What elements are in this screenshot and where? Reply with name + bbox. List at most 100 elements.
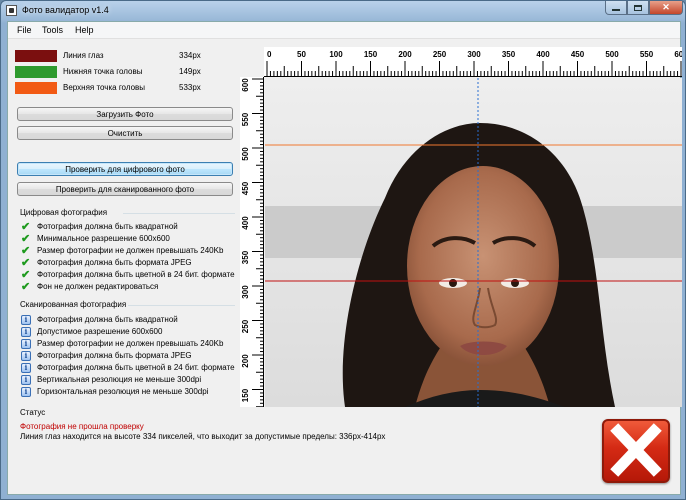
ruler-label: 300 bbox=[241, 285, 250, 299]
ruler-label: 150 bbox=[241, 388, 250, 402]
scanned-check-item: i Фотография должна быть квадратной bbox=[21, 314, 178, 325]
info-icon: i bbox=[21, 314, 31, 325]
digital-check-item-label: Фон не должен редактироваться bbox=[37, 282, 159, 291]
digital-check-item-label: Минимальное разрешение 600x600 bbox=[37, 234, 170, 243]
ruler-label: 200 bbox=[241, 354, 250, 368]
legend-swatch-eye bbox=[15, 50, 57, 62]
scanned-check-item-label: Фотография должна быть квадратной bbox=[37, 315, 178, 324]
ruler-horizontal-scale: 0 50 100 150 200 250 300 350 400 450 500 550 600 bbox=[266, 50, 686, 77]
load-photo-button[interactable]: Загрузить Фото bbox=[17, 107, 233, 121]
menu-help[interactable]: Help bbox=[75, 25, 94, 35]
check-digital-button[interactable]: Проверить для цифрового фото bbox=[17, 162, 233, 176]
scanned-check-item: i Вертикальная резолюция не меньше 300dpi bbox=[21, 374, 201, 385]
app-icon bbox=[6, 5, 17, 16]
digital-check-item-label: Фотография должна быть цветной в 24 бит.… bbox=[37, 270, 235, 279]
ruler-label: 250 bbox=[241, 319, 250, 333]
ruler-label: 200 bbox=[398, 50, 412, 59]
info-icon: i bbox=[21, 338, 31, 349]
ruler-label: 600 bbox=[241, 78, 250, 92]
minimize-icon[interactable] bbox=[605, 1, 627, 15]
digital-check-item: ✔ Фон не должен редактироваться bbox=[21, 281, 158, 292]
scanned-check-item-label: Допустимое разрешение 600x600 bbox=[37, 327, 163, 336]
scanned-check-item-label: Фотография должна быть цветной в 24 бит.… bbox=[37, 363, 235, 372]
scanned-group-divider bbox=[128, 305, 235, 306]
scanned-check-item: i Фотография должна быть формата JPEG bbox=[21, 350, 192, 361]
ruler-label: 400 bbox=[536, 50, 550, 59]
legend-swatch-top bbox=[15, 82, 57, 94]
maximize-icon[interactable] bbox=[627, 1, 649, 15]
face bbox=[407, 166, 559, 366]
client-area: File Tools Help Линия глаз 334px Нижняя … bbox=[7, 21, 686, 495]
ruler-label: 150 bbox=[364, 50, 378, 59]
legend-label-eye: Линия глаз bbox=[63, 51, 104, 60]
digital-check-item: ✔ Минимальное разрешение 600x600 bbox=[21, 233, 170, 244]
ruler-label: 600 bbox=[674, 50, 682, 59]
app-window: Фото валидатор v1.4 ✕ File Tools Help Ли… bbox=[0, 0, 686, 500]
info-icon: i bbox=[21, 386, 31, 397]
digital-check-item: ✔ Фотография должна быть цветной в 24 бит… bbox=[21, 269, 235, 280]
ruler-vertical: 600 550 500 450 400 350 300 250 200 150 bbox=[240, 77, 264, 408]
scanned-check-item-label: Горизонтальная резолюция не меньше 300dp… bbox=[37, 387, 209, 396]
check-scanned-button[interactable]: Проверить для сканированного фото bbox=[17, 182, 233, 196]
portrait-photo bbox=[265, 78, 682, 407]
legend-value-bottom: 149px bbox=[179, 67, 201, 76]
digital-check-item: ✔ Размер фотографии не должен превышать 2… bbox=[21, 245, 223, 256]
legend-eye-line: Линия глаз 334px bbox=[15, 50, 201, 62]
info-icon: i bbox=[21, 326, 31, 337]
check-icon: ✔ bbox=[21, 280, 31, 293]
photo-preview[interactable] bbox=[265, 78, 682, 407]
status-error-text: Фотография не прошла проверку bbox=[20, 422, 144, 431]
check-icon: ✔ bbox=[21, 256, 31, 269]
ruler-label: 300 bbox=[467, 50, 481, 59]
close-icon[interactable]: ✕ bbox=[649, 1, 683, 15]
digital-check-item: ✔ Фотография должна быть формата JPEG bbox=[21, 257, 192, 268]
digital-check-item: ✔ Фотография должна быть квадратной bbox=[21, 221, 178, 232]
ruler-label: 550 bbox=[640, 50, 654, 59]
scanned-check-item: i Фотография должна быть цветной в 24 бит… bbox=[21, 362, 235, 373]
ruler-label: 500 bbox=[605, 50, 619, 59]
ruler-label: 50 bbox=[297, 50, 306, 59]
info-icon: i bbox=[21, 350, 31, 361]
digital-check-item-label: Фотография должна быть формата JPEG bbox=[37, 258, 192, 267]
error-x-icon bbox=[602, 419, 670, 483]
ruler-label: 450 bbox=[241, 181, 250, 195]
title-bar: Фото валидатор v1.4 ✕ bbox=[1, 1, 685, 21]
scanned-check-item-label: Вертикальная резолюция не меньше 300dpi bbox=[37, 375, 202, 384]
ruler-vertical-scale: 600 550 500 450 400 350 300 250 200 150 bbox=[241, 78, 264, 408]
status-message-text: Линия глаз находится на высоте 334 пиксе… bbox=[20, 432, 386, 441]
legend-label-bottom: Нижняя точка головы bbox=[63, 67, 143, 76]
status-title: Статус bbox=[20, 408, 46, 417]
ruler-label: 500 bbox=[241, 147, 250, 161]
clear-button[interactable]: Очистить bbox=[17, 126, 233, 140]
digital-check-item-label: Размер фотографии не должен превышать 24… bbox=[37, 246, 224, 255]
legend-head-top: Верхняя точка головы 533px bbox=[15, 82, 201, 94]
info-icon: i bbox=[21, 362, 31, 373]
scanned-check-item-label: Размер фотографии не должен превышать 24… bbox=[37, 339, 224, 348]
right-iris bbox=[511, 279, 519, 287]
digital-check-item-label: Фотография должна быть квадратной bbox=[37, 222, 178, 231]
check-icon: ✔ bbox=[21, 268, 31, 281]
digital-group-divider bbox=[123, 213, 235, 214]
menu-tools[interactable]: Tools bbox=[42, 25, 63, 35]
menu-file[interactable]: File bbox=[17, 25, 32, 35]
legend-label-top: Верхняя точка головы bbox=[63, 83, 146, 92]
scanned-group-title: Сканированная фотография bbox=[20, 300, 127, 309]
ruler-label: 400 bbox=[241, 216, 250, 230]
check-icon: ✔ bbox=[21, 220, 31, 233]
left-iris bbox=[449, 279, 457, 287]
scanned-check-item-label: Фотография должна быть формата JPEG bbox=[37, 351, 192, 360]
ruler-label: 450 bbox=[571, 50, 585, 59]
scanned-check-item: i Горизонтальная резолюция не меньше 300d… bbox=[21, 386, 208, 397]
ruler-label: 550 bbox=[241, 112, 250, 126]
x-glyph bbox=[610, 423, 662, 477]
digital-group-title: Цифровая фотография bbox=[20, 208, 108, 217]
menu-bar: File Tools Help bbox=[8, 22, 680, 39]
scanned-check-item: i Размер фотографии не должен превышать 2… bbox=[21, 338, 223, 349]
ruler-label: 100 bbox=[329, 50, 343, 59]
legend-value-top: 533px bbox=[179, 83, 201, 92]
ruler-label: 350 bbox=[502, 50, 516, 59]
ruler-label: 0 bbox=[267, 50, 272, 59]
legend-swatch-bottom bbox=[15, 66, 57, 78]
ruler-label: 250 bbox=[433, 50, 447, 59]
check-icon: ✔ bbox=[21, 244, 31, 257]
